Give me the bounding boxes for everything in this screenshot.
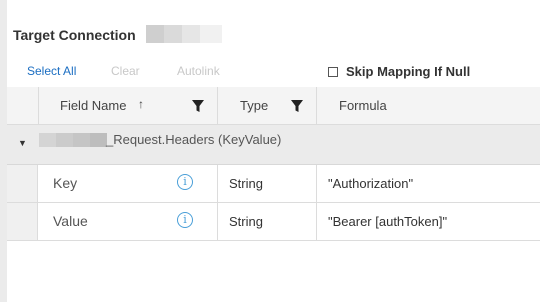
grid-header: Field Name ↑ Type Formula [7,87,540,125]
header-separator [38,87,39,125]
skip-mapping-label: Skip Mapping If Null [346,64,471,79]
sort-ascending-icon[interactable]: ↑ [138,97,144,111]
info-icon[interactable]: i [177,174,193,190]
column-header-formula[interactable]: Formula [339,98,387,113]
info-icon[interactable]: i [177,212,193,228]
redacted-group-prefix [39,133,107,147]
type-cell: String [229,214,263,229]
type-cell: String [229,176,263,191]
field-name-cell: Value [53,213,88,229]
column-separator [217,165,218,202]
column-separator [316,165,317,202]
formula-cell[interactable]: "Bearer [authToken]" [328,214,447,229]
mapping-grid: Field Name ↑ Type Formula ▼ _Request.Hea… [7,87,540,242]
left-rail [0,0,7,302]
formula-cell[interactable]: "Authorization" [328,176,413,191]
panel-title: Target Connection [13,27,136,43]
group-row[interactable]: ▼ _Request.Headers (KeyValue) [7,125,540,165]
field-name-cell: Key [53,175,78,191]
select-all-link[interactable]: Select All [27,64,76,78]
column-separator [316,203,317,240]
column-header-field-name[interactable]: Field Name [60,98,126,113]
group-label: _Request.Headers (KeyValue) [106,132,282,147]
autolink-link[interactable]: Autolink [177,64,220,78]
column-separator [217,203,218,240]
clear-link[interactable]: Clear [111,64,140,78]
row-gutter [7,165,38,202]
column-header-type[interactable]: Type [240,98,268,113]
redacted-connection-name [146,25,222,43]
row-gutter [7,203,38,240]
caret-down-icon[interactable]: ▼ [18,138,27,148]
skip-mapping-checkbox[interactable] [328,67,338,77]
type-filter-icon[interactable] [291,100,303,113]
header-separator [316,87,317,125]
header-separator [217,87,218,125]
table-row[interactable]: Key i String "Authorization" [7,165,540,203]
table-row[interactable]: Value i String "Bearer [authToken]" [7,203,540,241]
field-name-filter-icon[interactable] [192,100,204,113]
